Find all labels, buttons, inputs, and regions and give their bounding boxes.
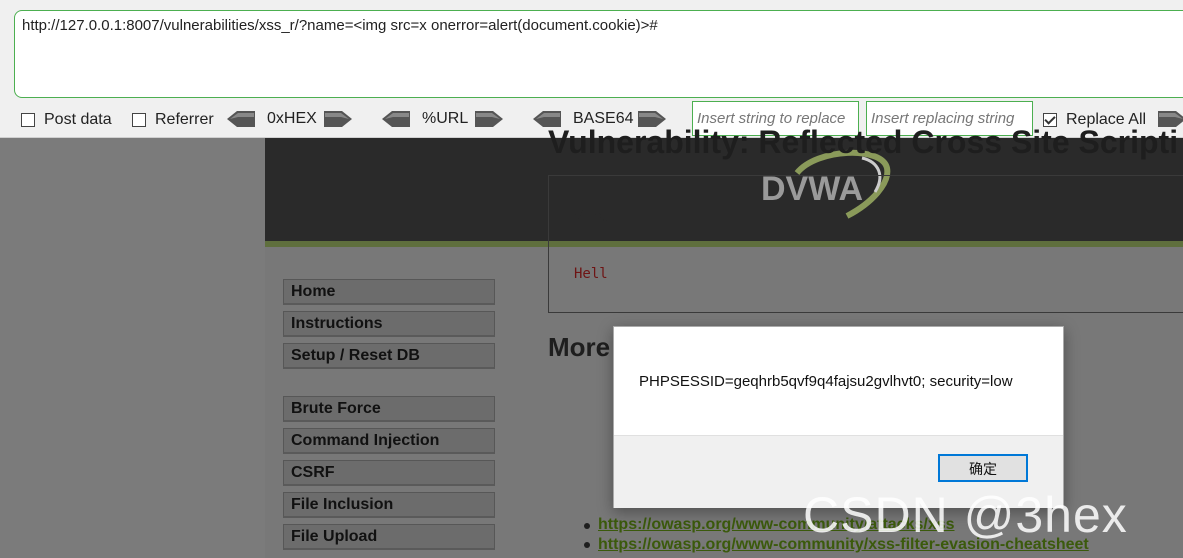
ok-button[interactable]: 确定 — [938, 454, 1028, 482]
alert-message: PHPSESSID=geqhrb5qvf9q4fajsu2gvlhvt0; se… — [639, 373, 1013, 390]
referrer-label: Referrer — [155, 111, 214, 128]
menu-item-home[interactable]: Home — [283, 279, 495, 305]
hex-decode-arrow-icon[interactable] — [227, 111, 255, 127]
url-label: %URL — [422, 110, 469, 127]
referrer-checkbox[interactable]: Referrer — [132, 111, 214, 129]
more-info-heading: More — [548, 332, 611, 362]
menu-item-csrf[interactable]: CSRF — [283, 460, 495, 486]
link-bullet — [584, 542, 590, 548]
hackbar-toolbar: http://127.0.0.1:8007/vulnerabilities/xs… — [0, 0, 1183, 138]
vulnerability-form-box — [548, 175, 1183, 313]
url-decode-arrow-icon[interactable] — [382, 111, 410, 127]
menu-item-brute-force[interactable]: Brute Force — [283, 396, 495, 422]
post-data-label: Post data — [44, 111, 112, 128]
url-encode-arrow-icon[interactable] — [475, 111, 503, 127]
hex-label: 0xHEX — [267, 110, 317, 127]
url-input[interactable]: http://127.0.0.1:8007/vulnerabilities/xs… — [14, 10, 1183, 98]
menu-item-file-inclusion[interactable]: File Inclusion — [283, 492, 495, 518]
menu-item-instructions[interactable]: Instructions — [283, 311, 495, 337]
menu-item-setup-reset-db[interactable]: Setup / Reset DB — [283, 343, 495, 369]
hex-encode-arrow-icon[interactable] — [324, 111, 352, 127]
link-bullet — [584, 523, 590, 529]
form-prompt: What — [574, 208, 612, 225]
referrer-checkbox-box[interactable] — [132, 113, 146, 127]
post-data-checkbox[interactable]: Post data — [21, 111, 112, 129]
csdn-watermark: CSDN @3hex — [803, 487, 1128, 543]
page-title: Vulnerability: Reflected Cross Site Scri… — [548, 124, 1179, 160]
menu-item-command-injection[interactable]: Command Injection — [283, 428, 495, 454]
menu-item-file-upload[interactable]: File Upload — [283, 524, 495, 550]
alert-dialog: PHPSESSID=geqhrb5qvf9q4fajsu2gvlhvt0; se… — [613, 326, 1064, 508]
reflected-output: Hell — [574, 266, 608, 282]
post-data-checkbox-box[interactable] — [21, 113, 35, 127]
